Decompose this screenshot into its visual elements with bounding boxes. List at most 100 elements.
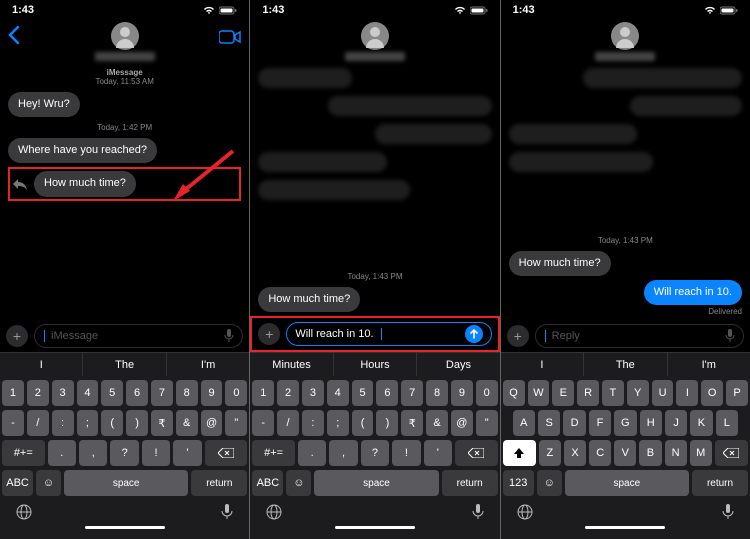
key[interactable]: ( (352, 410, 374, 436)
key[interactable]: V (614, 440, 636, 466)
key[interactable]: 6 (376, 380, 398, 406)
message-bubble-incoming[interactable]: Hey! Wru? (8, 92, 80, 117)
globe-icon[interactable] (517, 504, 533, 520)
key[interactable]: A (513, 410, 535, 436)
message-input[interactable]: Will reach in 10. (286, 322, 491, 346)
key-backspace[interactable] (205, 440, 248, 466)
key[interactable]: ) (376, 410, 398, 436)
key[interactable]: - (2, 410, 24, 436)
key-emoji[interactable]: ☺ (286, 470, 311, 496)
key[interactable]: R (577, 380, 599, 406)
key[interactable]: , (79, 440, 107, 466)
add-button[interactable]: + (6, 325, 28, 347)
dictate-icon[interactable] (224, 329, 234, 343)
contact-header[interactable] (595, 22, 655, 61)
message-input[interactable]: Reply (535, 324, 744, 348)
message-bubble-incoming[interactable]: How much time? (258, 287, 360, 312)
key[interactable]: ; (327, 410, 349, 436)
facetime-button[interactable] (219, 30, 241, 44)
key[interactable]: P (726, 380, 748, 406)
key[interactable]: Q (503, 380, 525, 406)
key-space[interactable]: space (314, 470, 438, 496)
key[interactable]: 7 (151, 380, 173, 406)
key[interactable]: O (701, 380, 723, 406)
contact-header[interactable] (95, 22, 155, 61)
key[interactable]: 7 (401, 380, 423, 406)
key[interactable]: . (298, 440, 326, 466)
dictate-icon[interactable] (725, 329, 735, 343)
key-123[interactable]: 123 (503, 470, 534, 496)
key[interactable]: T (602, 380, 624, 406)
key[interactable]: , (329, 440, 357, 466)
message-input[interactable]: iMessage (34, 324, 243, 348)
key-emoji[interactable]: ☺ (36, 470, 61, 496)
key-abc[interactable]: ABC (2, 470, 33, 496)
key[interactable]: ? (110, 440, 138, 466)
key[interactable]: " (225, 410, 247, 436)
key[interactable]: & (426, 410, 448, 436)
key[interactable]: @ (451, 410, 473, 436)
key[interactable]: ; (77, 410, 99, 436)
globe-icon[interactable] (266, 504, 282, 520)
key[interactable]: 2 (277, 380, 299, 406)
key[interactable]: 8 (426, 380, 448, 406)
key[interactable]: . (48, 440, 76, 466)
key[interactable]: B (639, 440, 661, 466)
key-abc[interactable]: ABC (252, 470, 283, 496)
key-backspace[interactable] (715, 440, 748, 466)
key[interactable]: ₹ (151, 410, 173, 436)
key[interactable]: @ (201, 410, 223, 436)
key[interactable]: 3 (52, 380, 74, 406)
key[interactable]: ! (392, 440, 420, 466)
key[interactable]: & (176, 410, 198, 436)
key[interactable]: 4 (327, 380, 349, 406)
key[interactable]: 1 (252, 380, 274, 406)
key-shift[interactable] (503, 440, 536, 466)
key[interactable]: N (665, 440, 687, 466)
predictive-suggestion[interactable]: Hours (334, 353, 417, 376)
predictive-suggestion[interactable]: I (0, 353, 83, 376)
key-space[interactable]: space (64, 470, 188, 496)
key[interactable]: D (563, 410, 585, 436)
predictive-suggestion[interactable]: The (83, 353, 166, 376)
mic-icon[interactable] (722, 504, 734, 520)
message-list[interactable]: Today, 1:43 PM How much time? Will reach… (501, 62, 750, 320)
key[interactable]: 5 (101, 380, 123, 406)
key[interactable]: ' (424, 440, 452, 466)
send-button[interactable] (465, 325, 483, 343)
key-emoji[interactable]: ☺ (537, 470, 562, 496)
back-button[interactable] (8, 26, 20, 44)
key[interactable]: 1 (2, 380, 24, 406)
predictive-suggestion[interactable]: I'm (668, 353, 750, 376)
key[interactable]: ) (126, 410, 148, 436)
key[interactable]: Z (539, 440, 561, 466)
contact-header[interactable] (345, 22, 405, 61)
home-indicator[interactable] (335, 526, 415, 529)
key[interactable]: : (52, 410, 74, 436)
key[interactable]: 5 (352, 380, 374, 406)
key[interactable]: 2 (27, 380, 49, 406)
key[interactable]: 6 (126, 380, 148, 406)
key[interactable]: E (552, 380, 574, 406)
mic-icon[interactable] (472, 504, 484, 520)
message-list[interactable]: Today, 1:43 PM How much time? (250, 62, 499, 316)
home-indicator[interactable] (85, 526, 165, 529)
key[interactable]: L (716, 410, 738, 436)
key[interactable]: H (640, 410, 662, 436)
key[interactable]: 0 (225, 380, 247, 406)
key[interactable]: C (589, 440, 611, 466)
key[interactable]: X (564, 440, 586, 466)
key[interactable]: ' (173, 440, 201, 466)
key[interactable]: ( (101, 410, 123, 436)
key[interactable]: ! (142, 440, 170, 466)
key-return[interactable]: return (692, 470, 748, 496)
message-bubble-incoming[interactable]: How much time? (34, 171, 136, 196)
key[interactable]: I (676, 380, 698, 406)
key[interactable]: " (476, 410, 498, 436)
predictive-suggestion[interactable]: I (501, 353, 584, 376)
key[interactable]: 9 (451, 380, 473, 406)
key[interactable]: G (614, 410, 636, 436)
predictive-suggestion[interactable]: I'm (167, 353, 249, 376)
key[interactable]: ? (361, 440, 389, 466)
key[interactable]: U (652, 380, 674, 406)
